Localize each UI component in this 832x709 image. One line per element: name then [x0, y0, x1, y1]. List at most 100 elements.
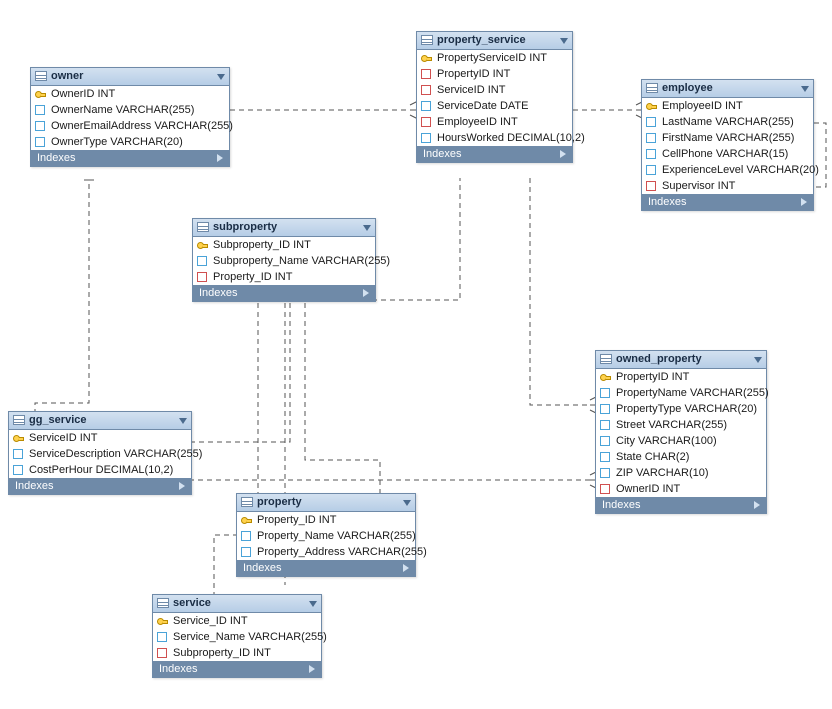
primary-key-icon	[157, 616, 167, 626]
column-row[interactable]: EmployeeID INT	[642, 98, 813, 114]
column-row[interactable]: EmployeeID INT	[417, 114, 572, 130]
column-label: OwnerID INT	[51, 88, 115, 100]
column-row[interactable]: ServiceDescription VARCHAR(255)	[9, 446, 191, 462]
indexes-section[interactable]: Indexes	[417, 146, 572, 162]
column-row[interactable]: Service_ID INT	[153, 613, 321, 629]
entity-title: gg_service	[29, 414, 86, 426]
column-label: EmployeeID INT	[437, 116, 518, 128]
entity-service[interactable]: serviceService_ID INTService_Name VARCHA…	[152, 594, 322, 678]
entity-owned-property[interactable]: owned_propertyPropertyID INT PropertyName…	[595, 350, 767, 514]
collapse-icon[interactable]	[801, 86, 809, 92]
er-diagram: ownerOwnerID INTOwnerName VARCHAR(255)Ow…	[0, 0, 832, 709]
column-row[interactable]: Subproperty_ID INT	[193, 237, 375, 253]
entity-header[interactable]: property_service	[417, 32, 572, 50]
column-row[interactable]: Supervisor INT	[642, 178, 813, 194]
column-row[interactable]: OwnerID INT	[31, 86, 229, 102]
entity-header[interactable]: service	[153, 595, 321, 613]
primary-key-icon	[421, 53, 431, 63]
indexes-section[interactable]: Indexes	[642, 194, 813, 210]
column-label: PropertyName VARCHAR(255)	[616, 387, 769, 399]
collapse-icon[interactable]	[560, 38, 568, 44]
column-row[interactable]: City VARCHAR(100)	[596, 433, 766, 449]
column-row[interactable]: HoursWorked DECIMAL(10,2)	[417, 130, 572, 146]
collapse-icon[interactable]	[754, 357, 762, 363]
entity-header[interactable]: subproperty	[193, 219, 375, 237]
collapse-icon[interactable]	[403, 500, 411, 506]
column-row[interactable]: OwnerEmailAddress VARCHAR(255)	[31, 118, 229, 134]
column-row[interactable]: Property_ID INT	[237, 512, 415, 528]
column-icon	[13, 449, 23, 459]
indexes-section[interactable]: Indexes	[9, 478, 191, 494]
entity-header[interactable]: owned_property	[596, 351, 766, 369]
column-icon	[646, 149, 656, 159]
expand-icon[interactable]	[754, 501, 760, 509]
column-row[interactable]: Street VARCHAR(255)	[596, 417, 766, 433]
column-row[interactable]: ServiceID INT	[9, 430, 191, 446]
column-icon	[646, 117, 656, 127]
indexes-section[interactable]: Indexes	[237, 560, 415, 576]
entity-header[interactable]: gg_service	[9, 412, 191, 430]
column-row[interactable]: Property_Name VARCHAR(255)	[237, 528, 415, 544]
column-row[interactable]: Service_Name VARCHAR(255)	[153, 629, 321, 645]
expand-icon[interactable]	[403, 564, 409, 572]
column-row[interactable]: LastName VARCHAR(255)	[642, 114, 813, 130]
column-row[interactable]: ServiceDate DATE	[417, 98, 572, 114]
column-row[interactable]: PropertyName VARCHAR(255)	[596, 385, 766, 401]
column-row[interactable]: PropertyServiceID INT	[417, 50, 572, 66]
entity-property-service[interactable]: property_servicePropertyServiceID INTPro…	[416, 31, 573, 163]
expand-icon[interactable]	[217, 154, 223, 162]
column-label: City VARCHAR(100)	[616, 435, 717, 447]
indexes-label: Indexes	[423, 148, 462, 160]
collapse-icon[interactable]	[309, 601, 317, 607]
column-row[interactable]: ServiceID INT	[417, 82, 572, 98]
expand-icon[interactable]	[179, 482, 185, 490]
column-row[interactable]: OwnerID INT	[596, 481, 766, 497]
column-row[interactable]: PropertyID INT	[417, 66, 572, 82]
column-label: ServiceDate DATE	[437, 100, 529, 112]
column-row[interactable]: ZIP VARCHAR(10)	[596, 465, 766, 481]
entity-header[interactable]: employee	[642, 80, 813, 98]
indexes-section[interactable]: Indexes	[153, 661, 321, 677]
expand-icon[interactable]	[560, 150, 566, 158]
column-row[interactable]: PropertyType VARCHAR(20)	[596, 401, 766, 417]
expand-icon[interactable]	[363, 289, 369, 297]
indexes-label: Indexes	[243, 562, 282, 574]
column-label: HoursWorked DECIMAL(10,2)	[437, 132, 585, 144]
column-icon	[197, 256, 207, 266]
indexes-section[interactable]: Indexes	[193, 285, 375, 301]
column-row[interactable]: PropertyID INT	[596, 369, 766, 385]
column-row[interactable]: FirstName VARCHAR(255)	[642, 130, 813, 146]
column-icon	[241, 547, 251, 557]
primary-key-icon	[241, 515, 251, 525]
expand-icon[interactable]	[309, 665, 315, 673]
columns-list: Property_ID INTProperty_Name VARCHAR(255…	[237, 512, 415, 560]
entity-property[interactable]: propertyProperty_ID INTProperty_Name VAR…	[236, 493, 416, 577]
collapse-icon[interactable]	[179, 418, 187, 424]
column-label: CellPhone VARCHAR(15)	[662, 148, 788, 160]
entity-owner[interactable]: ownerOwnerID INTOwnerName VARCHAR(255)Ow…	[30, 67, 230, 167]
column-row[interactable]: Property_Address VARCHAR(255)	[237, 544, 415, 560]
indexes-section[interactable]: Indexes	[596, 497, 766, 513]
column-row[interactable]: ExperienceLevel VARCHAR(20)	[642, 162, 813, 178]
column-row[interactable]: CellPhone VARCHAR(15)	[642, 146, 813, 162]
column-row[interactable]: OwnerType VARCHAR(20)	[31, 134, 229, 150]
entity-header[interactable]: property	[237, 494, 415, 512]
column-label: EmployeeID INT	[662, 100, 743, 112]
column-row[interactable]: CostPerHour DECIMAL(10,2)	[9, 462, 191, 478]
collapse-icon[interactable]	[363, 225, 371, 231]
column-row[interactable]: Subproperty_Name VARCHAR(255)	[193, 253, 375, 269]
table-icon	[157, 598, 169, 608]
collapse-icon[interactable]	[217, 74, 225, 80]
entity-subproperty[interactable]: subpropertySubproperty_ID INTSubproperty…	[192, 218, 376, 302]
entity-employee[interactable]: employee EmployeeID INT LastName VARCHAR(2…	[641, 79, 814, 211]
column-row[interactable]: Subproperty_ID INT	[153, 645, 321, 661]
column-label: ServiceDescription VARCHAR(255)	[29, 448, 202, 460]
entity-header[interactable]: owner	[31, 68, 229, 86]
column-row[interactable]: OwnerName VARCHAR(255)	[31, 102, 229, 118]
primary-key-icon	[35, 89, 45, 99]
column-row[interactable]: Property_ID INT	[193, 269, 375, 285]
column-row[interactable]: State CHAR(2)	[596, 449, 766, 465]
expand-icon[interactable]	[801, 198, 807, 206]
entity-gg-service[interactable]: gg_service ServiceID INTServiceDescriptio…	[8, 411, 192, 495]
indexes-section[interactable]: Indexes	[31, 150, 229, 166]
